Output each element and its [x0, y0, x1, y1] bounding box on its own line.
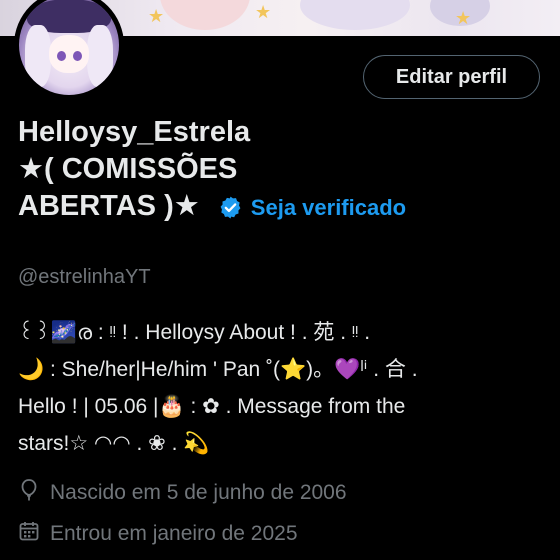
display-name-line: ★( COMISSÕES: [18, 153, 238, 185]
calendar-icon: [18, 520, 50, 548]
display-name: Helloysy_Estrela ★( COMISSÕES ABERTAS )★…: [18, 114, 448, 226]
avatar-image: [19, 0, 119, 95]
joined-row: Entrou em janeiro de 2025: [18, 520, 298, 548]
verified-badge-icon: [218, 195, 243, 220]
display-name-line: ABERTAS )★: [18, 190, 200, 222]
avatar[interactable]: [14, 0, 124, 100]
joined-date-text: Entrou em janeiro de 2025: [50, 522, 298, 545]
display-name-line: Helloysy_Estrela: [18, 116, 251, 148]
birthday-row: Nascido em 5 de junho de 2006: [18, 478, 347, 508]
get-verified-link[interactable]: Seja verificado: [251, 189, 406, 226]
edit-profile-button[interactable]: Editar perfil: [363, 55, 540, 99]
balloon-icon: [18, 478, 50, 508]
profile-bio: ꒰꒱🌌ര : ᵎᵎ ! . Helloysy About ! . 苑 . ᵎᵎ …: [18, 314, 543, 462]
banner-art-shape: [160, 0, 250, 30]
verification-cta[interactable]: Seja verificado: [218, 189, 406, 226]
bio-line: stars!☆ ◠◠ . ❀ . 💫: [18, 432, 210, 455]
star-icon: ★: [455, 8, 472, 28]
user-handle: @estrelinhaYT: [18, 266, 151, 288]
star-icon: ★: [255, 2, 272, 22]
star-icon: ★: [148, 6, 165, 26]
bio-line: Hello ! | 05.06 |🎂 : ✿ . Message from th…: [18, 395, 406, 418]
bio-line: 🌙 : She/her|He/him ' Pan ˚(⭐)。💜ˡⁱ . 合 .: [18, 358, 418, 381]
birthday-text: Nascido em 5 de junho de 2006: [50, 481, 347, 504]
bio-line: ꒰꒱🌌ര : ᵎᵎ ! . Helloysy About ! . 苑 . ᵎᵎ …: [18, 321, 371, 344]
banner-art-shape: [300, 0, 410, 30]
